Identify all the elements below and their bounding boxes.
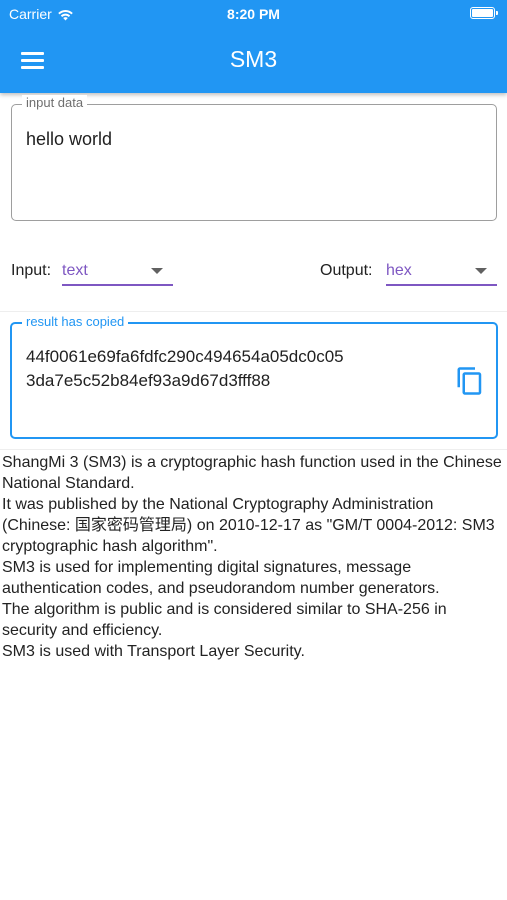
description-paragraph: The algorithm is public and is considere… [2,601,447,639]
divider [0,449,507,450]
status-bar: Carrier 8:20 PM [0,0,507,28]
result-line-2: 3da7e5c52b84ef93a9d67d3fff88 [26,371,271,390]
input-data-label: input data [22,95,88,110]
dropdown-icon [475,268,487,274]
result-field[interactable]: result has copied 44f0061e69fa6fdfc290c4… [10,314,498,439]
divider [0,311,507,312]
description-text: ShangMi 3 (SM3) is a cryptographic hash … [2,452,505,662]
battery-icon [470,7,498,19]
input-data-field[interactable]: input data hello world [11,95,497,221]
output-format-value: hex [386,262,412,279]
input-format-select[interactable]: text [62,262,173,286]
input-format-label: Input: [11,262,52,279]
status-time: 8:20 PM [227,6,280,22]
result-label: result has copied [22,314,129,329]
output-format-label: Output: [320,262,373,279]
dropdown-icon [151,268,163,274]
output-format-select[interactable]: hex [386,262,497,286]
input-format-value: text [62,262,88,279]
description-paragraph: SM3 is used for implementing digital sig… [2,559,440,597]
description-paragraph: SM3 is used with Transport Layer Securit… [2,643,305,660]
description-paragraph: It was published by the National Cryptog… [2,496,495,555]
input-data-value: hello world [26,129,113,149]
description-paragraph: ShangMi 3 (SM3) is a cryptographic hash … [2,454,502,492]
app-bar: Carrier 8:20 PM SM3 [0,0,507,93]
result-line-1: 44f0061e69fa6fdfc290c494654a05dc0c05 [26,347,344,366]
page-title: SM3 [229,46,278,72]
copy-icon[interactable] [455,366,485,396]
